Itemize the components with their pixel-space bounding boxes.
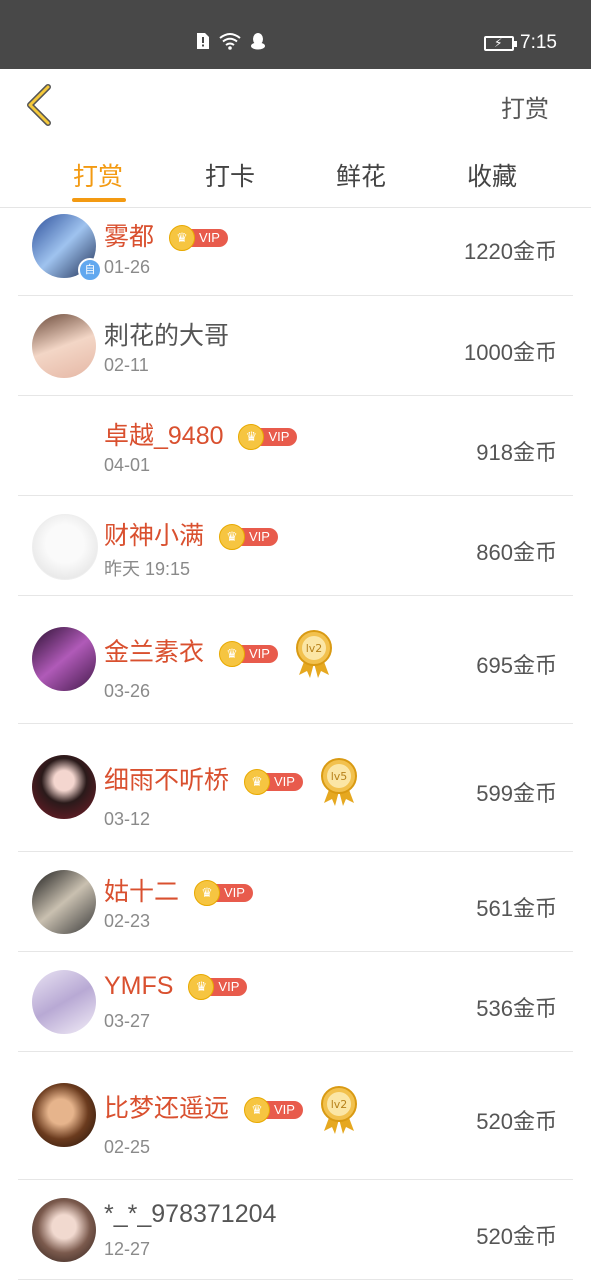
list-item[interactable]: 财神小满 ♛ VIP 昨天 19:15 860金币 xyxy=(18,496,573,596)
level-text: lv5 xyxy=(331,770,348,783)
level-medal-icon: lv5 xyxy=(320,758,357,806)
list-item[interactable]: YMFS ♛ VIP 03-27 536金币 xyxy=(18,952,573,1052)
user-name-text: 姑十二 xyxy=(104,878,180,906)
avatar xyxy=(32,627,96,691)
list-item[interactable]: 比梦还遥远 ♛ VIP lv2 02-25 520金币 xyxy=(18,1052,573,1180)
reward-amount: 1000金币 xyxy=(464,340,557,365)
reward-amount: 561金币 xyxy=(476,896,557,921)
reward-date: 03-27 xyxy=(104,1011,151,1031)
verified-badge: 自 xyxy=(78,258,102,282)
status-right: ⚡ 7:15 xyxy=(484,32,557,54)
reward-date: 03-12 xyxy=(104,809,151,829)
status-time: 7:15 xyxy=(520,32,557,53)
reward-date: 04-01 xyxy=(104,455,151,475)
user-name-text: 比梦还遥远 xyxy=(104,1094,230,1123)
crown-icon: ♛ xyxy=(243,1097,270,1123)
crown-icon: ♛ xyxy=(243,769,270,795)
user-name-text: 刺花的大哥 xyxy=(104,322,230,350)
crown-icon: ♛ xyxy=(238,424,265,451)
reward-amount: 599金币 xyxy=(476,781,557,806)
back-button[interactable] xyxy=(22,83,58,127)
reward-amount: 520金币 xyxy=(476,1224,557,1249)
list-item[interactable]: 姑十二 ♛ VIP 02-23 561金币 xyxy=(18,852,573,952)
reward-amount: 1220金币 xyxy=(464,239,557,264)
reward-amount: 520金币 xyxy=(476,1109,557,1134)
tab-checkin[interactable]: 打卡 xyxy=(180,157,280,193)
crown-icon: ♛ xyxy=(218,524,245,551)
level-text: lv2 xyxy=(331,1098,348,1111)
user-name-text: YMFS xyxy=(104,972,174,1000)
tab-flowers[interactable]: 鲜花 xyxy=(311,157,411,193)
user-name: 姑十二 ♛ VIP xyxy=(104,872,253,908)
list-item[interactable]: 金兰素衣 ♛ VIP lv2 03-26 695金币 xyxy=(18,596,573,724)
level-medal-icon: lv2 xyxy=(295,630,332,678)
reward-date: 01-26 xyxy=(104,257,151,277)
reward-amount: 695金币 xyxy=(476,653,557,678)
active-tab-indicator xyxy=(72,198,126,202)
user-name: 细雨不听桥 ♛ VIP lv5 xyxy=(104,757,358,807)
top-header: 打赏 xyxy=(0,69,591,139)
status-icons xyxy=(196,32,266,50)
user-name-text: 金兰素衣 xyxy=(104,638,205,667)
tab-favorites[interactable]: 收藏 xyxy=(442,157,542,193)
level-medal-icon: lv2 xyxy=(320,1086,357,1134)
crown-icon: ♛ xyxy=(218,641,245,667)
reward-date: 昨天 19:15 xyxy=(104,559,191,579)
user-name: 卓越_9480 ♛ VIP xyxy=(104,416,298,452)
chevron-left-icon xyxy=(27,84,51,126)
list-item[interactable]: 卓越_9480 ♛ VIP 04-01 918金币 xyxy=(18,396,573,496)
wifi-icon xyxy=(219,33,241,50)
avatar xyxy=(32,314,96,378)
user-name: *_*_978371204 xyxy=(104,1200,276,1229)
reward-list: 自 雾都 ♛ VIP 01-26 1220金币 刺花的大哥 02-11 1000… xyxy=(0,208,591,1280)
avatar xyxy=(32,970,96,1034)
avatar xyxy=(32,1198,96,1262)
vip-badge: ♛ VIP xyxy=(168,225,228,252)
reward-amount: 536金币 xyxy=(476,996,557,1021)
list-item[interactable]: 细雨不听桥 ♛ VIP lv5 03-12 599金币 xyxy=(18,724,573,852)
vip-badge: ♛ VIP xyxy=(188,974,248,1001)
vip-badge: ♛ VIP xyxy=(218,524,278,551)
user-name: 刺花的大哥 xyxy=(104,316,229,352)
avatar xyxy=(32,870,96,934)
status-bar: ⚡ 7:15 xyxy=(0,0,591,69)
reward-date: 12-27 xyxy=(104,1239,151,1259)
crown-icon: ♛ xyxy=(188,974,215,1001)
level-text: lv2 xyxy=(306,642,323,655)
crown-icon: ♛ xyxy=(168,225,195,252)
vip-badge: ♛ VIP xyxy=(193,880,253,907)
reward-amount: 860金币 xyxy=(476,540,557,565)
qq-icon xyxy=(251,33,265,50)
reward-amount: 918金币 xyxy=(476,440,557,465)
user-name: 雾都 ♛ VIP xyxy=(104,217,228,253)
avatar xyxy=(32,514,98,580)
user-name-text: 细雨不听桥 xyxy=(104,766,230,795)
vip-badge: ♛ VIP xyxy=(243,1097,303,1123)
reward-date: 02-23 xyxy=(104,911,151,931)
vip-badge: ♛ VIP xyxy=(238,424,298,451)
tab-reward[interactable]: 打赏 xyxy=(48,157,148,193)
reward-date: 02-11 xyxy=(104,355,149,375)
list-item[interactable]: *_*_978371204 12-27 520金币 xyxy=(18,1180,573,1280)
user-name-text: *_*_978371204 xyxy=(104,1200,277,1228)
crown-icon: ♛ xyxy=(193,880,220,907)
reward-date: 02-25 xyxy=(104,1137,151,1157)
user-name-text: 卓越_9480 xyxy=(104,422,224,450)
avatar xyxy=(32,755,96,819)
reward-action-button[interactable]: 打赏 xyxy=(501,89,549,124)
list-item[interactable]: 自 雾都 ♛ VIP 01-26 1220金币 xyxy=(18,208,573,296)
avatar xyxy=(32,1083,96,1147)
battery-charging-icon: ⚡ xyxy=(484,35,518,51)
user-name: 比梦还遥远 ♛ VIP lv2 xyxy=(104,1085,358,1135)
vip-badge: ♛ VIP xyxy=(218,641,278,667)
user-name: 金兰素衣 ♛ VIP lv2 xyxy=(104,629,333,679)
reward-date: 03-26 xyxy=(104,681,151,701)
sim-alert-icon xyxy=(197,33,209,49)
user-name-text: 财神小满 xyxy=(104,522,205,550)
user-name: YMFS ♛ VIP xyxy=(104,972,248,1001)
user-name: 财神小满 ♛ VIP xyxy=(104,516,278,552)
user-name-text: 雾都 xyxy=(104,223,155,251)
list-item[interactable]: 刺花的大哥 02-11 1000金币 xyxy=(18,296,573,396)
vip-badge: ♛ VIP xyxy=(243,769,303,795)
